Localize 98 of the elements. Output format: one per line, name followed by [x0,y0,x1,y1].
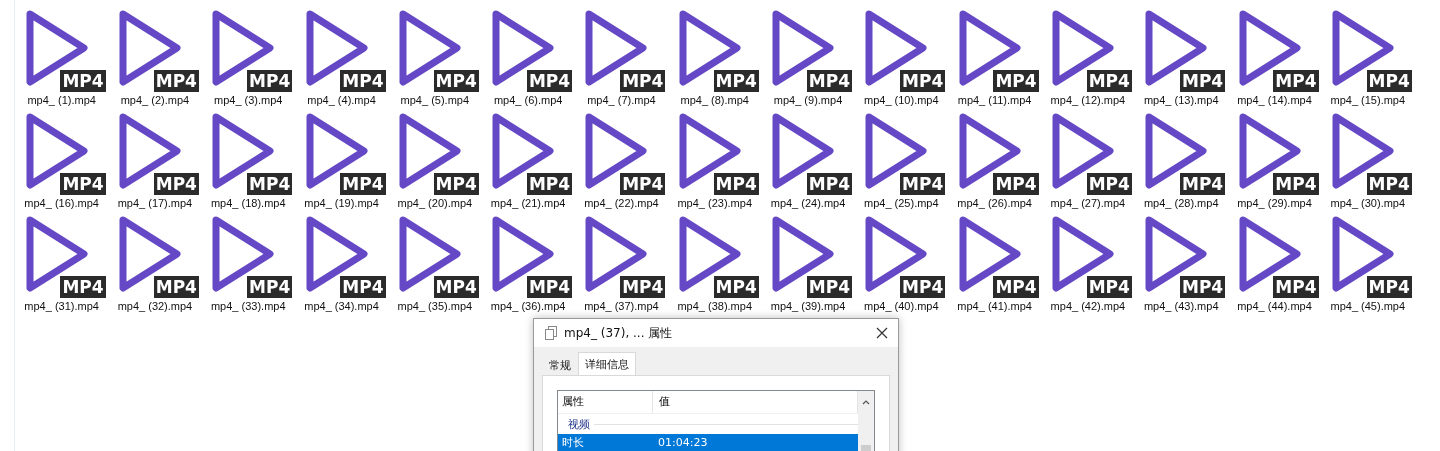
file-type-label: MP4 [993,70,1039,92]
file-name[interactable]: mp4_ (19).mp4 [304,197,379,209]
file-name[interactable]: mp4_ (34).mp4 [304,300,379,312]
file-name[interactable]: mp4_ (22).mp4 [584,197,659,209]
file-name[interactable]: mp4_ (43).mp4 [1143,300,1219,312]
file-type-label: MP4 [1273,173,1319,195]
file-name[interactable]: mp4_ (2).mp4 [120,94,190,106]
file-type-label: MP4 [900,173,946,195]
file-type-label: MP4 [620,70,666,92]
file-name[interactable]: mp4_ (13).mp4 [1143,94,1219,106]
file-type-label: MP4 [153,276,199,298]
file-type-label: MP4 [1086,173,1132,195]
file-name[interactable]: mp4_ (44).mp4 [1237,300,1312,312]
file-name[interactable]: mp4_ (10).mp4 [864,94,939,106]
file-type-label: MP4 [153,70,199,92]
file-type-label: MP4 [526,173,573,195]
file-type-label: MP4 [247,276,293,298]
file-name[interactable]: mp4_ (8).mp4 [680,94,749,106]
file-name[interactable]: mp4_ (1).mp4 [27,94,96,106]
file-name[interactable]: mp4_ (15).mp4 [1330,94,1406,106]
file-name[interactable]: mp4_ (27).mp4 [1050,197,1126,209]
file-name[interactable]: mp4_ (18).mp4 [210,197,286,209]
file-name[interactable]: mp4_ (3).mp4 [214,94,283,106]
documents-icon [544,326,558,340]
file-name[interactable]: mp4_ (6).mp4 [493,94,563,106]
file-name[interactable]: mp4_ (5).mp4 [400,94,470,106]
file-type-label: MP4 [1086,276,1132,298]
file-name[interactable]: mp4_ (35).mp4 [397,300,473,312]
file-type-label: MP4 [433,276,479,298]
file-type-label: MP4 [900,70,946,92]
file-type-label: MP4 [433,70,479,92]
file-type-label: MP4 [806,70,852,92]
file-type-label: MP4 [713,70,759,92]
file-name[interactable]: mp4_ (38).mp4 [677,300,752,312]
file-type-label: MP4 [1086,70,1132,92]
file-type-label: MP4 [993,173,1039,195]
file-name[interactable]: mp4_ (29).mp4 [1237,197,1312,209]
file-name[interactable]: mp4_ (14).mp4 [1237,94,1312,106]
file-type-label: MP4 [1366,173,1412,195]
file-name[interactable]: mp4_ (24).mp4 [770,197,846,209]
file-name[interactable]: mp4_ (16).mp4 [24,197,99,209]
property-row[interactable]: 时长 01:04:23 [558,434,858,451]
file-name[interactable]: mp4_ (31).mp4 [24,300,99,312]
file-type-label: MP4 [433,173,479,195]
file-type-label: MP4 [620,276,666,298]
file-type-label: MP4 [1366,276,1412,298]
tab[interactable]: 详细信息 [578,352,636,375]
file-type-label: MP4 [526,70,573,92]
file-type-label: MP4 [1273,276,1319,298]
group-label: 视频 [568,416,590,432]
file-name[interactable]: mp4_ (25).mp4 [864,197,939,209]
file-type-label: MP4 [1180,276,1226,298]
file-name[interactable]: mp4_ (7).mp4 [587,94,656,106]
file-type-label: MP4 [620,173,666,195]
file-type-label: MP4 [1180,70,1226,92]
file-type-label: MP4 [993,276,1039,298]
file-type-label: MP4 [247,70,293,92]
window-title: mp4_ (37), ... 属性 [564,324,674,342]
file-type-label: MP4 [247,173,293,195]
close-icon[interactable] [876,327,888,339]
file-type-label: MP4 [60,173,106,195]
file-type-label: MP4 [1180,173,1226,195]
file-name[interactable]: mp4_ (41).mp4 [957,300,1032,312]
file-name[interactable]: mp4_ (17).mp4 [117,197,193,209]
column-header[interactable]: 属性 [558,391,653,413]
file-name[interactable]: mp4_ (4).mp4 [307,94,376,106]
file-name[interactable]: mp4_ (37).mp4 [584,300,659,312]
file-name[interactable]: mp4_ (11).mp4 [957,94,1032,106]
file-type-label: MP4 [713,276,759,298]
file-name[interactable]: mp4_ (42).mp4 [1050,300,1126,312]
file-type-label: MP4 [526,276,573,298]
file-type-label: MP4 [340,173,386,195]
file-type-label: MP4 [713,173,759,195]
file-name[interactable]: mp4_ (36).mp4 [490,300,566,312]
file-name[interactable]: mp4_ (32).mp4 [117,300,193,312]
scrollbar[interactable] [858,391,874,451]
file-name[interactable]: mp4_ (26).mp4 [957,197,1032,209]
file-type-label: MP4 [1273,70,1319,92]
file-type-label: MP4 [340,276,386,298]
file-type-label: MP4 [900,276,946,298]
file-type-label: MP4 [60,70,106,92]
file-name[interactable]: mp4_ (23).mp4 [677,197,752,209]
file-name[interactable]: mp4_ (20).mp4 [397,197,473,209]
file-name[interactable]: mp4_ (30).mp4 [1330,197,1406,209]
file-type-label: MP4 [153,173,199,195]
file-name[interactable]: mp4_ (45).mp4 [1330,300,1406,312]
file-type-label: MP4 [806,276,852,298]
file-name[interactable]: mp4_ (12).mp4 [1050,94,1126,106]
file-name[interactable]: mp4_ (39).mp4 [770,300,846,312]
file-name[interactable]: mp4_ (33).mp4 [210,300,286,312]
file-name[interactable]: mp4_ (40).mp4 [864,300,939,312]
file-type-label: MP4 [340,70,386,92]
file-name[interactable]: mp4_ (28).mp4 [1143,197,1219,209]
file-type-label: MP4 [60,276,106,298]
file-type-label: MP4 [806,173,852,195]
file-name[interactable]: mp4_ (9).mp4 [773,94,843,106]
file-type-label: MP4 [1366,70,1412,92]
file-name[interactable]: mp4_ (21).mp4 [490,197,566,209]
